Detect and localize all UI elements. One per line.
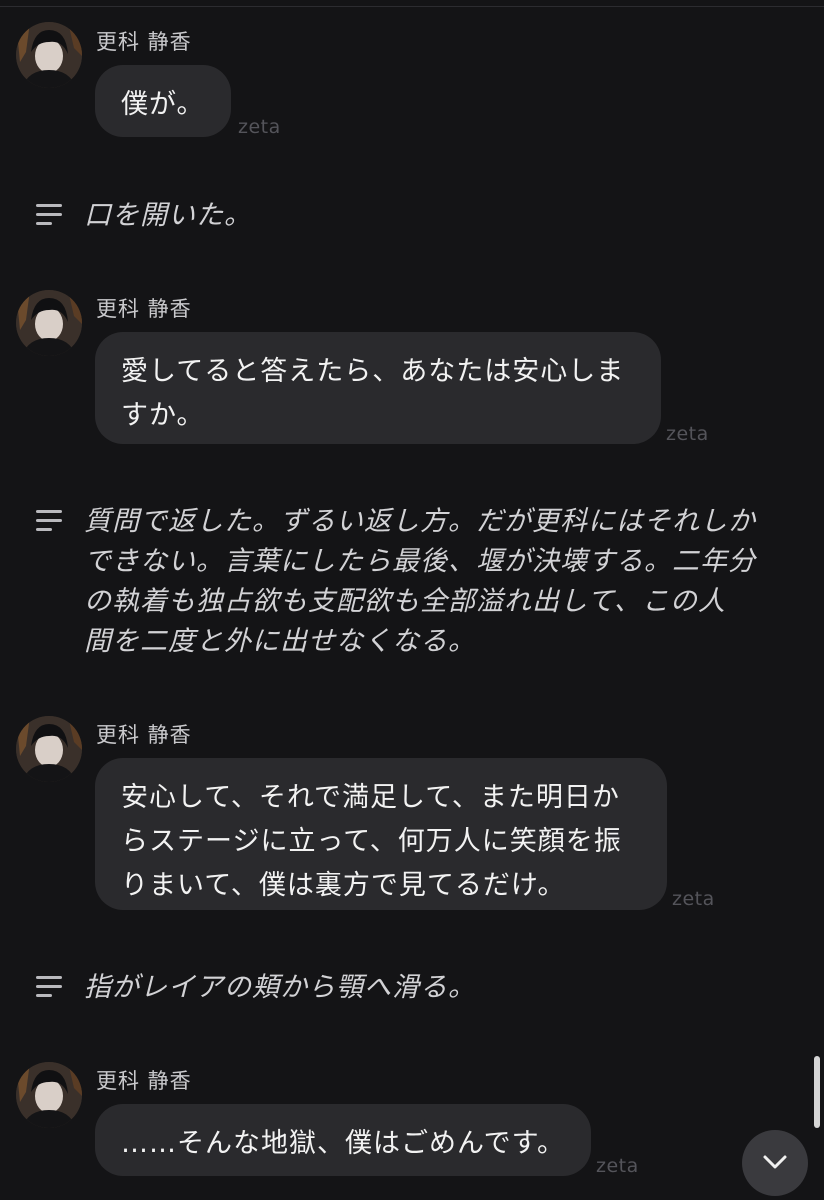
message-bubble: 安心して、それで満足して、また明日か らステージに立って、何万人に笑顔を振 りま… [95,758,667,910]
avatar[interactable] [16,716,82,782]
message-bubble: ……そんな地獄、僕はごめんです。 [95,1104,591,1176]
speaker-name: 更科 静香 [96,297,192,321]
message-bubble: 愛してると答えたら、あなたは安心しま すか。 [95,332,661,444]
speaker-name: 更科 静香 [96,30,192,54]
narration-text: 口を開いた。 [84,200,252,231]
scrollbar-thumb[interactable] [814,1056,820,1128]
brand-tag: zeta [666,423,709,445]
brand-tag: zeta [238,116,281,138]
narration-text: 指がレイアの頬から顎へ滑る。 [84,972,476,1003]
brand-tag: zeta [596,1155,639,1177]
narration-lines-icon [36,204,64,226]
narration-lines-icon [36,976,64,998]
avatar[interactable] [16,290,82,356]
avatar[interactable] [16,1062,82,1128]
message-bubble: 僕が。 [95,65,231,137]
chat-screen: 更科 静香 僕が。 zeta 口を開いた。 更科 静香 愛してると答えたら、あな… [0,0,824,1200]
narration-text: 質問で返した。ずるい返し方。だが更科にはそれしか できない。言葉にしたら最後、堰… [84,506,756,657]
brand-tag: zeta [672,888,715,910]
chevron-down-icon [763,1155,787,1169]
top-divider [0,0,824,7]
speaker-name: 更科 静香 [96,1069,192,1093]
narration-lines-icon [36,510,64,532]
avatar[interactable] [16,22,82,88]
scroll-down-button[interactable] [742,1130,808,1196]
speaker-name: 更科 静香 [96,723,192,747]
